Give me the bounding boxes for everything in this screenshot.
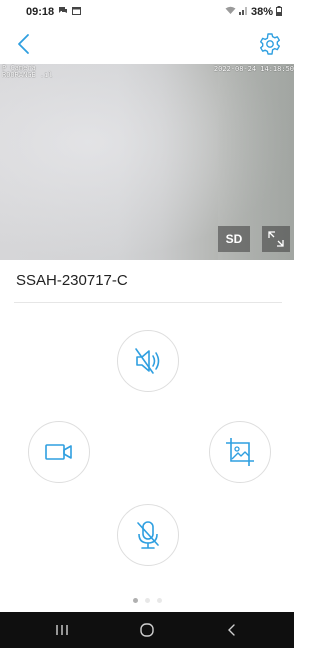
nav-back-button[interactable] [212,618,252,642]
camera-timestamp: 2022-08-24 14:18:50 [213,65,294,73]
camera-osd-label: P Camera ROORANGE .ıl [2,64,53,79]
page-indicator [0,598,294,603]
calendar-icon [72,6,82,18]
home-button[interactable] [127,618,167,642]
battery-icon [276,5,282,19]
video-record-icon [45,444,72,460]
microphone-icon [137,521,159,549]
sd-quality-button[interactable]: SD [218,226,250,252]
snapshot-button[interactable] [209,421,271,483]
battery-percent: 38% [250,6,273,18]
back-icon [227,624,235,636]
page-dot-1 [132,598,138,603]
camera-video-feed[interactable]: P Camera ROORANGE .ıl 2022-08-24 14:18:5… [0,64,294,260]
recents-icon [56,625,69,635]
app-header [0,24,294,64]
chevron-left-icon [18,34,29,54]
status-time: 09:18 [26,6,55,18]
device-name: SSAH-230717-C [16,272,128,289]
settings-button[interactable] [258,32,282,56]
divider [14,302,282,303]
wifi-icon [225,6,236,18]
recents-button[interactable] [42,618,82,642]
signal-icon [238,6,248,18]
page-dot-2 [144,598,150,603]
speaker-mute-icon [135,348,160,374]
record-video-button[interactable] [28,421,90,483]
chat-icon [58,6,68,18]
home-icon [140,623,154,637]
expand-icon [268,231,284,247]
fullscreen-button[interactable] [262,226,290,252]
mute-button[interactable] [117,330,179,392]
gear-icon [260,33,280,55]
talk-button[interactable] [117,504,179,566]
snapshot-icon [226,438,254,466]
status-bar: 09:18 38% [0,0,294,24]
back-button[interactable] [14,32,36,56]
page-dot-3 [156,598,162,603]
system-navbar [0,612,294,648]
